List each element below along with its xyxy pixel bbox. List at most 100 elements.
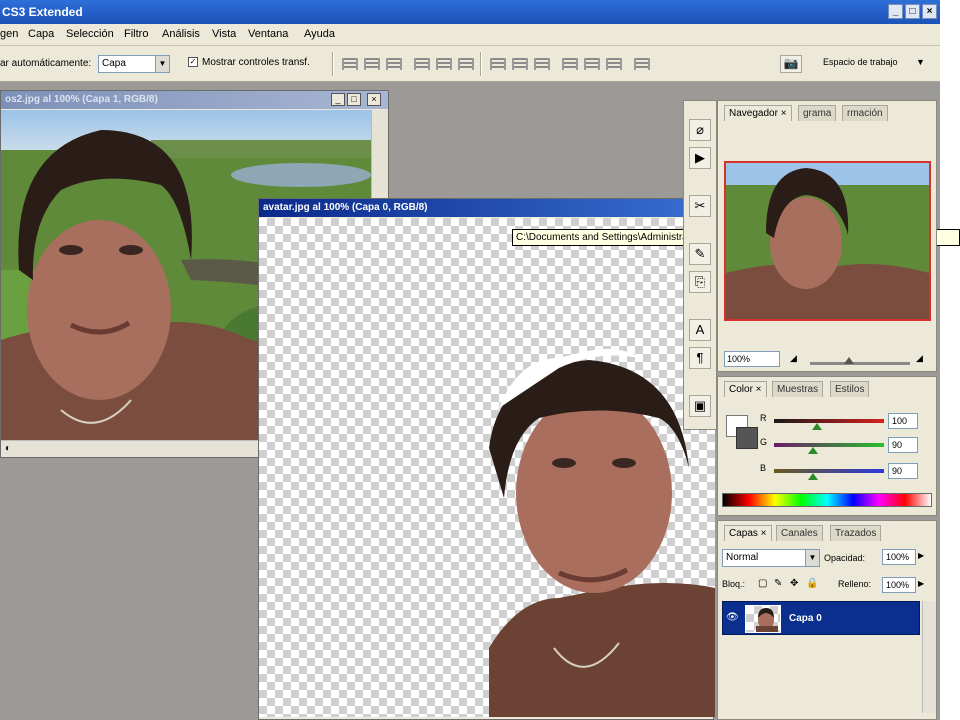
channel-r-slider[interactable]	[774, 419, 884, 423]
lock-position-icon[interactable]: ✥	[790, 578, 798, 589]
channel-r-input[interactable]: 100	[888, 413, 918, 429]
document-window-2[interactable]: avatar.jpg al 100% (Capa 0, RGB/8)	[258, 198, 715, 720]
document-2-canvas[interactable]	[259, 218, 715, 717]
clone-source-icon[interactable]: ⎘	[689, 271, 711, 293]
workspace-label[interactable]: Espacio de trabajo	[823, 57, 898, 67]
lock-all-icon[interactable]: 🔒	[806, 578, 818, 589]
channel-g-knob[interactable]	[807, 447, 818, 454]
doc1-maximize-button[interactable]: □	[347, 93, 361, 106]
menu-vista[interactable]: Vista	[212, 28, 236, 40]
auto-select-label: ar automáticamente:	[0, 58, 92, 69]
minimize-button[interactable]: _	[888, 4, 903, 19]
camera-icon[interactable]: 📷	[780, 55, 802, 73]
channel-g-slider[interactable]	[774, 443, 884, 447]
channel-r-knob[interactable]	[811, 423, 822, 430]
auto-align-icon[interactable]	[634, 58, 650, 70]
tab-estilos[interactable]: Estilos	[830, 381, 870, 397]
opacity-input[interactable]: 100%	[882, 549, 916, 565]
channel-r-label: R	[760, 413, 767, 423]
screen-edge	[940, 0, 960, 720]
doc1-minimize-button[interactable]: _	[331, 93, 345, 106]
distribute-bottom-icon[interactable]	[534, 58, 550, 70]
distribute-center-icon[interactable]	[584, 58, 600, 70]
show-controls-checkbox[interactable]: ✓	[188, 57, 198, 67]
document-1-title-text: os2.jpg al 100% (Capa 1, RGB/8)	[5, 94, 158, 105]
actions-icon[interactable]: ▶	[689, 147, 711, 169]
menu-filtro[interactable]: Filtro	[124, 28, 148, 40]
channel-b-knob[interactable]	[807, 473, 818, 480]
blend-mode-value: Normal	[726, 552, 759, 563]
align-bottom-icon[interactable]	[386, 58, 402, 70]
distribute-top-icon[interactable]	[490, 58, 506, 70]
tab-histograma[interactable]: grama	[798, 105, 837, 121]
doc1-status-icon: ◐	[5, 443, 12, 454]
app-title: CS3 Extended	[2, 5, 83, 19]
channel-b-input[interactable]: 90	[888, 463, 918, 479]
layer-name[interactable]: Capa 0	[789, 613, 822, 624]
lock-pixels-icon[interactable]: ✎	[774, 578, 782, 589]
distribute-middle-icon[interactable]	[512, 58, 528, 70]
fill-label: Relleno:	[838, 579, 872, 589]
layer-thumbnail	[745, 605, 781, 633]
close-button[interactable]: ×	[922, 4, 937, 19]
fill-arrow-icon[interactable]: ▶	[918, 579, 924, 588]
eye-icon[interactable]: 👁	[726, 612, 739, 623]
navigator-preview[interactable]	[724, 161, 931, 321]
distribute-left-icon[interactable]	[562, 58, 578, 70]
tab-informacion[interactable]: rmación	[842, 105, 888, 121]
tab-navegador[interactable]: Navegador ×	[724, 105, 792, 121]
doc1-close-button[interactable]: ×	[367, 93, 381, 106]
fill-input[interactable]: 100%	[882, 577, 916, 593]
tab-color[interactable]: Color ×	[724, 381, 767, 397]
opacity-value: 100%	[886, 552, 910, 562]
distribute-right-icon[interactable]	[606, 58, 622, 70]
blend-mode-dropdown[interactable]: Normal ▼	[722, 549, 820, 567]
channel-b-slider[interactable]	[774, 469, 884, 473]
background-color-swatch[interactable]	[736, 427, 758, 449]
tab-trazados[interactable]: Trazados	[830, 525, 882, 541]
zoom-out-icon[interactable]: ◢	[790, 353, 797, 364]
tab-canales[interactable]: Canales	[776, 525, 823, 541]
lock-transparency-icon[interactable]: ▢	[758, 578, 767, 589]
layer-row[interactable]: 👁 Capa 0	[722, 601, 920, 635]
menu-capa[interactable]: Capa	[28, 28, 54, 40]
tab-muestras[interactable]: Muestras	[772, 381, 824, 397]
navigator-zoom-value: 100%	[727, 354, 751, 364]
align-middle-icon[interactable]	[364, 58, 380, 70]
navigator-zoom-field[interactable]: 100%	[724, 351, 780, 367]
history-brush-icon[interactable]: ⌀	[689, 119, 711, 141]
menu-ventana[interactable]: Ventana	[248, 28, 288, 40]
tool-presets-icon[interactable]: ✂	[689, 195, 711, 217]
opacity-arrow-icon[interactable]: ▶	[918, 551, 924, 560]
menu-imagen[interactable]: gen	[0, 28, 18, 40]
menu-seleccion[interactable]: Selección	[66, 28, 114, 40]
align-left-icon[interactable]	[414, 58, 430, 70]
channel-g-input[interactable]: 90	[888, 437, 918, 453]
menu-analisis[interactable]: Análisis	[162, 28, 200, 40]
maximize-button[interactable]: □	[905, 4, 920, 19]
zoom-slider-knob[interactable]	[844, 357, 854, 364]
app-title-bar: CS3 Extended _ □ ×	[0, 0, 945, 24]
layers-scrollbar[interactable]	[922, 601, 936, 713]
auto-select-dropdown[interactable]: Capa ▼	[98, 55, 170, 73]
brushes-icon[interactable]: ✎	[689, 243, 711, 265]
panel-dock: ⌀ ▶ ✂ ✎ ⎘ A ¶ ▣	[683, 100, 717, 430]
tab-capas[interactable]: Capas ×	[724, 525, 772, 541]
channel-r-value: 100	[892, 416, 908, 426]
channel-g-label: G	[760, 437, 768, 447]
toolbar-separator	[480, 52, 482, 76]
channel-b-value: 90	[892, 466, 903, 476]
color-spectrum-ramp[interactable]	[722, 493, 932, 507]
align-right-icon[interactable]	[458, 58, 474, 70]
character-icon[interactable]: A	[689, 319, 711, 341]
zoom-slider[interactable]	[810, 362, 910, 365]
workspace-chevron-icon[interactable]: ▼	[916, 57, 925, 67]
paragraph-icon[interactable]: ¶	[689, 347, 711, 369]
layer-comps-icon[interactable]: ▣	[689, 395, 711, 417]
navigator-thumbnail	[726, 163, 929, 319]
menu-ayuda[interactable]: Ayuda	[304, 28, 335, 40]
zoom-in-icon[interactable]: ◢	[916, 353, 923, 364]
align-center-icon[interactable]	[436, 58, 452, 70]
layers-panel: Capas × Canales Trazados Normal ▼ Opacid…	[717, 520, 937, 720]
align-top-icon[interactable]	[342, 58, 358, 70]
